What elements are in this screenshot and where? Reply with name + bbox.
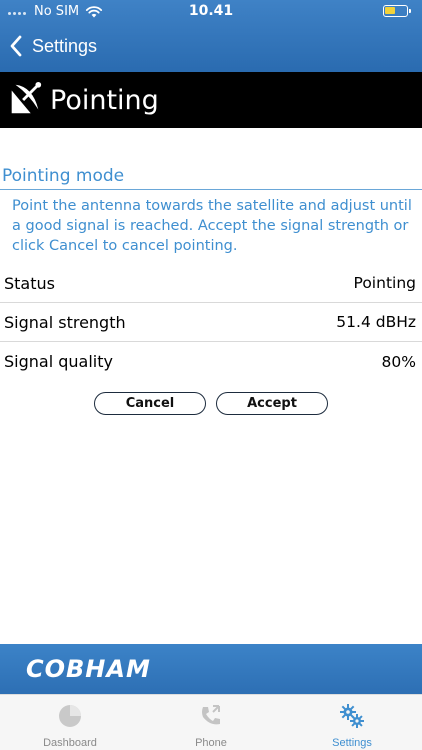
status-value: Pointing [353,274,416,292]
status-label: Status [4,273,55,293]
signal-strength-row: Signal strength 51.4 dBHz [0,303,422,342]
section-title: Pointing mode [0,166,422,190]
back-label: Settings [32,35,98,56]
battery-icon [383,5,411,17]
pie-chart-icon [59,705,81,727]
satellite-dish-icon [8,81,42,117]
tab-dashboard[interactable]: Dashboard [0,695,140,750]
signal-quality-label: Signal quality [4,352,113,371]
tab-phone-label: Phone [195,737,227,749]
status-row: Status Pointing [0,264,422,303]
brand-band: COBHAM [0,644,422,694]
tab-settings[interactable]: Settings [282,695,422,750]
cancel-button[interactable]: Cancel [94,392,206,415]
top-bar: No SIM 10.41 Settings [0,0,422,72]
signal-quality-value: 80% [381,352,416,371]
tab-dashboard-label: Dashboard [43,737,97,749]
signal-strength-value: 51.4 dBHz [336,313,416,331]
chevron-left-icon [10,35,22,57]
tab-bar: Dashboard Phone Settings [0,694,422,750]
tab-phone[interactable]: Phone [141,695,281,750]
page-header: Pointing [0,72,422,128]
settings-gears-icon [340,704,364,728]
clock: 10.41 [188,3,234,19]
page-title: Pointing [50,84,159,116]
accept-button[interactable]: Accept [216,392,328,415]
tab-settings-label: Settings [332,737,372,749]
section-description: Point the antenna towards the satellite … [12,198,412,254]
cobham-logo: COBHAM [26,655,151,683]
phone-icon [202,705,220,725]
status-bar: No SIM 10.41 [0,0,422,24]
signal-quality-row: Signal quality 80% [0,342,422,381]
back-button[interactable]: Settings [8,34,97,58]
signal-strength-label: Signal strength [4,312,126,332]
